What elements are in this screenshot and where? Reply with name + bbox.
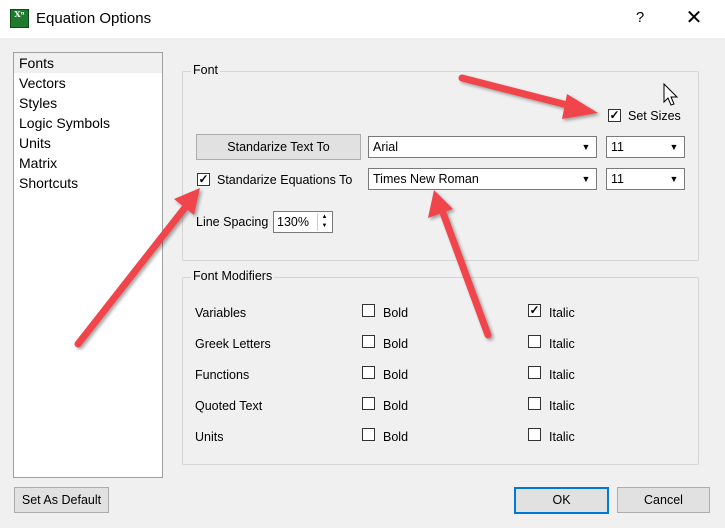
text-font-select[interactable]: Arial ▼ (368, 136, 597, 158)
chevron-down-icon[interactable]: ▼ (578, 139, 594, 155)
set-sizes-label: Set Sizes (628, 109, 681, 123)
chevron-down-icon[interactable]: ▼ (666, 171, 682, 187)
modifier-name: Quoted Text (195, 399, 263, 413)
modifier-name: Units (195, 430, 224, 444)
font-modifiers-group-title: Font Modifiers (191, 269, 275, 283)
set-sizes-checkbox[interactable]: ✓ (608, 109, 621, 122)
font-group-title: Font (191, 63, 221, 77)
font-group: Font (182, 63, 699, 261)
bold-checkbox[interactable] (362, 428, 375, 441)
title-bar: Xⁿ Equation Options ? ✕ (0, 0, 725, 38)
nav-item-units[interactable]: Units (14, 133, 162, 153)
chevron-down-icon[interactable]: ▼ (666, 139, 682, 155)
modifier-name: Functions (195, 368, 250, 382)
nav-item-styles[interactable]: Styles (14, 93, 162, 113)
spin-down-icon[interactable]: ▼ (317, 222, 331, 231)
equation-size-select[interactable]: 11 ▼ (606, 168, 685, 190)
nav-item-logic-symbols[interactable]: Logic Symbols (14, 113, 162, 133)
standardize-equations-checkbox[interactable]: ✓ (197, 173, 210, 186)
italic-label: Italic (549, 430, 575, 444)
font-modifiers-group: Font Modifiers (182, 269, 699, 465)
standardize-equations-check-icon: ✓ (198, 172, 209, 186)
text-font-value: Arial (373, 140, 399, 154)
nav-item-vectors[interactable]: Vectors (14, 73, 162, 93)
help-button[interactable]: ? (630, 9, 650, 26)
italic-check-icon: ✓ (529, 303, 540, 317)
modifier-name: Greek Letters (195, 337, 271, 351)
app-icon: Xⁿ (10, 9, 29, 28)
bold-label: Bold (383, 337, 409, 351)
bold-checkbox[interactable] (362, 335, 375, 348)
window-title: Equation Options (36, 10, 152, 27)
bold-label: Bold (383, 306, 409, 320)
ok-button[interactable]: OK (514, 487, 609, 514)
standardize-text-button[interactable]: Standarize Text To (196, 134, 361, 160)
italic-label: Italic (549, 306, 575, 320)
category-list: Fonts Vectors Styles Logic Symbols Units… (13, 52, 163, 478)
set-as-default-button[interactable]: Set As Default (14, 487, 109, 513)
standardize-equations-label: Standarize Equations To (217, 173, 353, 187)
italic-checkbox[interactable]: ✓ (528, 304, 541, 317)
equation-font-select[interactable]: Times New Roman ▼ (368, 168, 597, 190)
cancel-button[interactable]: Cancel (617, 487, 710, 513)
equation-font-value: Times New Roman (373, 172, 479, 186)
equation-size-value: 11 (611, 172, 624, 186)
bold-checkbox[interactable] (362, 304, 375, 317)
set-sizes-check-icon: ✓ (609, 108, 620, 122)
nav-item-fonts[interactable]: Fonts (14, 53, 162, 73)
app-icon-label: Xⁿ (14, 9, 25, 19)
bold-label: Bold (383, 399, 409, 413)
line-spacing-value: 130% (277, 215, 309, 229)
italic-label: Italic (549, 337, 575, 351)
bold-label: Bold (383, 368, 409, 382)
close-button[interactable]: ✕ (682, 6, 706, 30)
italic-checkbox[interactable] (528, 428, 541, 441)
bold-label: Bold (383, 430, 409, 444)
italic-label: Italic (549, 368, 575, 382)
modifier-name: Variables (195, 306, 247, 320)
italic-label: Italic (549, 399, 575, 413)
bold-checkbox[interactable] (362, 366, 375, 379)
nav-item-shortcuts[interactable]: Shortcuts (14, 173, 162, 193)
nav-item-matrix[interactable]: Matrix (14, 153, 162, 173)
italic-checkbox[interactable] (528, 366, 541, 379)
italic-checkbox[interactable] (528, 335, 541, 348)
line-spacing-label: Line Spacing (196, 215, 269, 229)
text-size-value: 11 (611, 140, 624, 154)
spin-up-icon[interactable]: ▲ (317, 213, 331, 222)
italic-checkbox[interactable] (528, 397, 541, 410)
chevron-down-icon[interactable]: ▼ (578, 171, 594, 187)
text-size-select[interactable]: 11 ▼ (606, 136, 685, 158)
bold-checkbox[interactable] (362, 397, 375, 410)
line-spacing-spinner[interactable]: 130% ▲ ▼ (273, 211, 333, 233)
